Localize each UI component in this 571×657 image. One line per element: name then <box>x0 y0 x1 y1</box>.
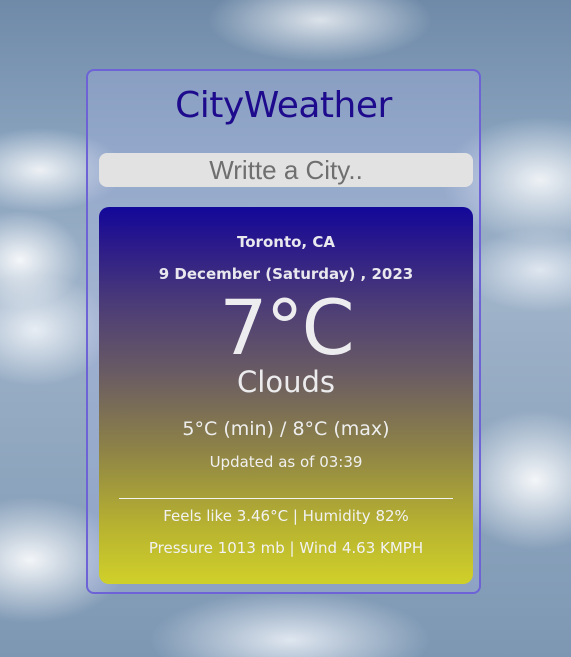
condition-label: Clouds <box>237 365 335 399</box>
temperature-value: 7°C <box>219 283 354 372</box>
feels-like-humidity: Feels like 3.46°C | Humidity 82% <box>163 507 409 525</box>
city-search-input[interactable] <box>99 153 473 187</box>
pressure-wind: Pressure 1013 mb | Wind 4.63 KMPH <box>148 539 424 557</box>
location-label: Toronto, CA <box>237 233 335 251</box>
weather-panel: Toronto, CA 9 December (Saturday) , 2023… <box>99 207 473 584</box>
app-title: CityWeather <box>175 85 392 126</box>
min-max-temperature: 5°C (min) / 8°C (max) <box>182 418 390 440</box>
date-label: 9 December (Saturday) , 2023 <box>158 265 414 283</box>
divider <box>119 498 453 499</box>
updated-time: Updated as of 03:39 <box>209 453 363 471</box>
weather-card: CityWeather Toronto, CA 9 December (Satu… <box>86 69 481 594</box>
